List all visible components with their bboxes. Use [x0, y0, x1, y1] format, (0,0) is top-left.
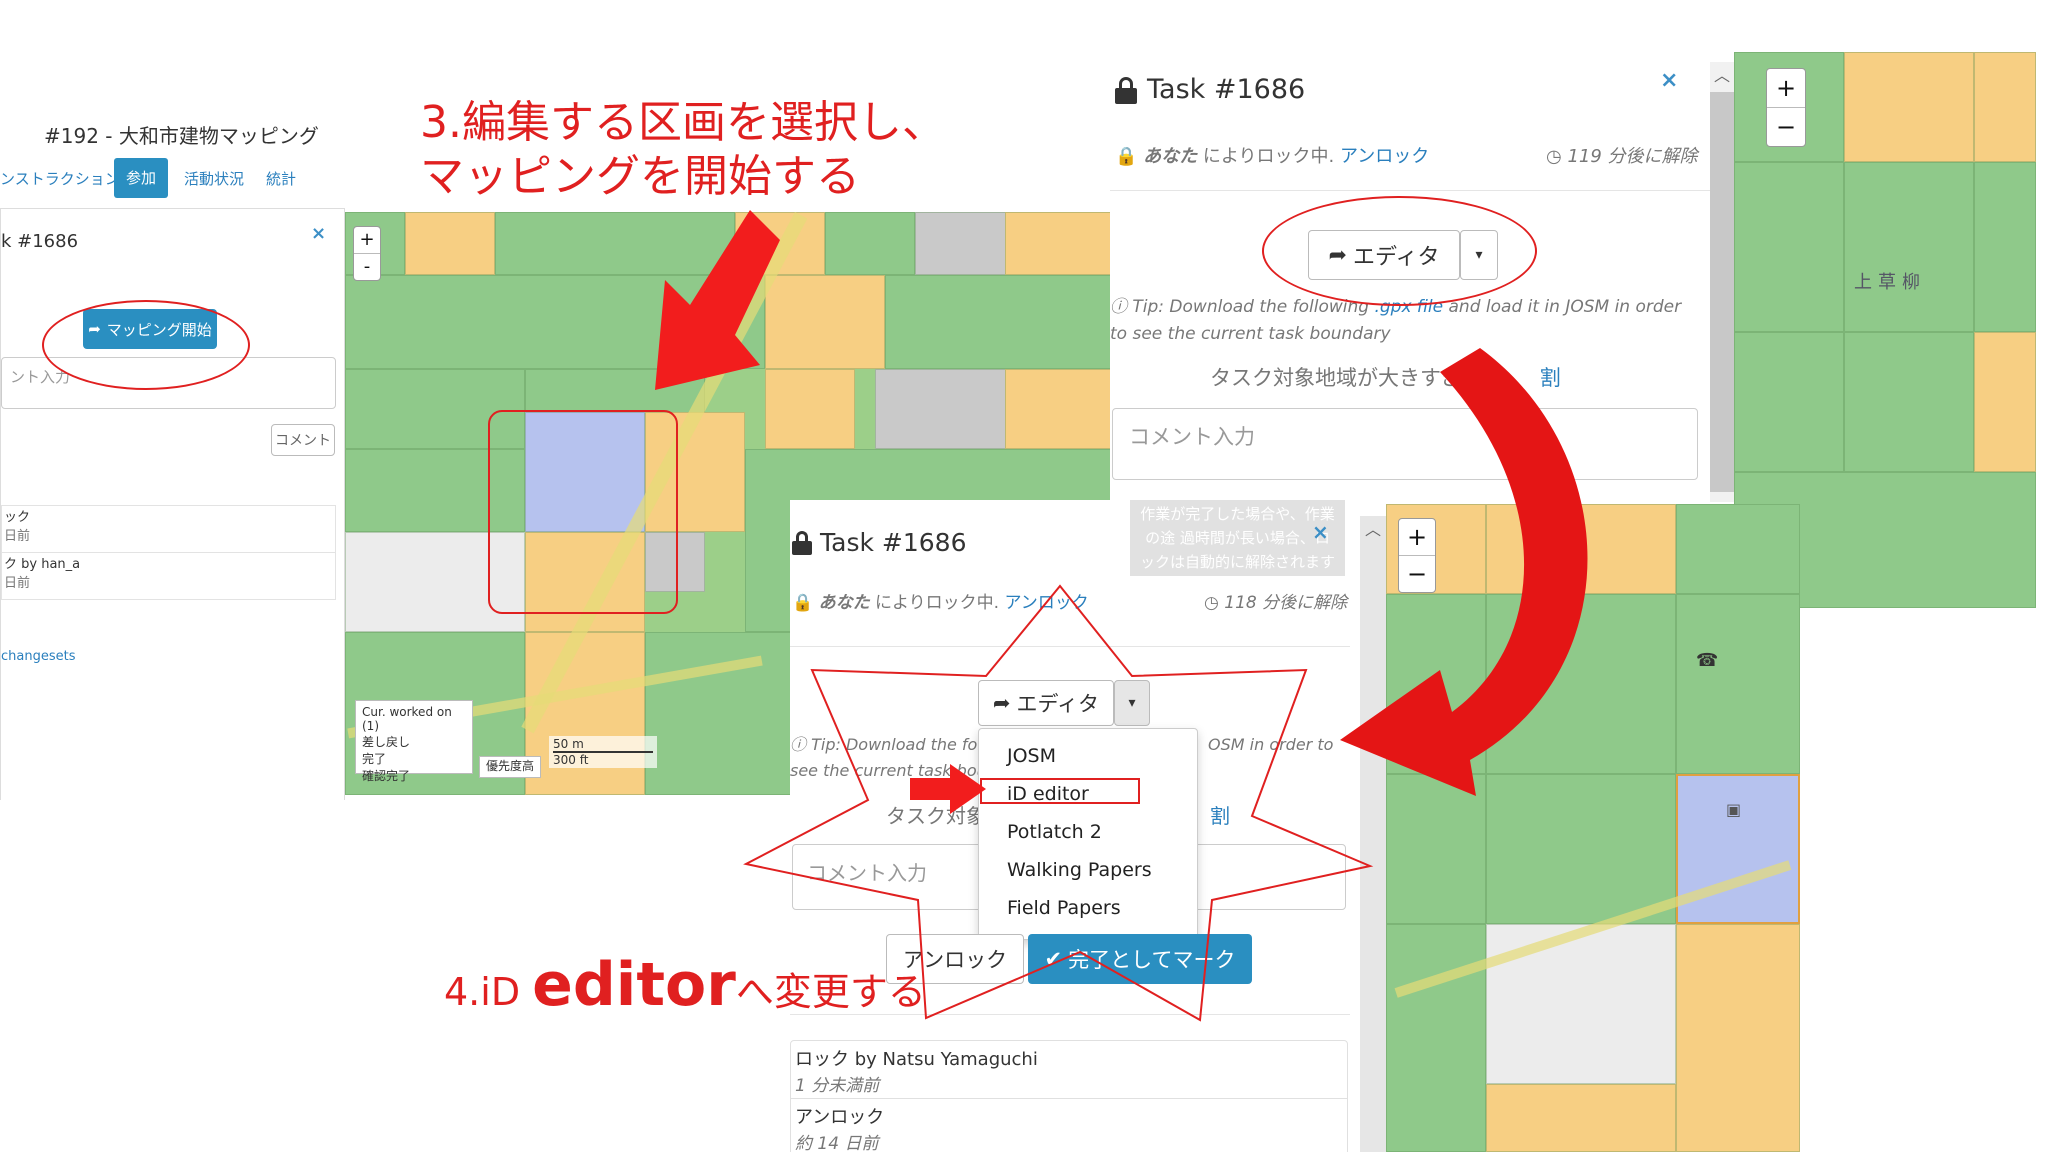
zoom-out-button[interactable]: -	[354, 253, 380, 280]
close-icon[interactable]: ×	[311, 223, 326, 244]
start-mapping-highlight	[42, 300, 250, 390]
curved-arrow	[1340, 348, 1588, 796]
arrow-to-id-editor	[910, 764, 986, 814]
project-tabs: ンストラクション 参加 活動状況 統計	[0, 158, 345, 198]
list-item: アンロック 約 14 日前	[795, 1107, 885, 1152]
zoom-in-button[interactable]: +	[1767, 69, 1805, 107]
clock-icon: ◷	[1546, 146, 1562, 167]
tab-participate[interactable]: 参加	[114, 158, 168, 198]
history-list: ック 日前 ク by han_a 日前	[1, 505, 336, 600]
lock-icon: 🔒	[1115, 146, 1138, 167]
selected-task-cell[interactable]	[1676, 774, 1800, 924]
map-legend: Cur. worked on (1) 差し戻し 完了 確認完了	[355, 700, 473, 783]
place-label: 上草柳	[1854, 272, 1926, 293]
comment-button[interactable]: コメント	[271, 424, 335, 456]
step4-annotation: 4.iD editorへ変更する	[444, 950, 926, 1020]
info-icon: ⓘ	[1110, 297, 1127, 317]
unlock-link[interactable]: アンロック	[1340, 146, 1429, 167]
phone-icon: ☎	[1696, 650, 1719, 671]
tab-stats[interactable]: 統計	[266, 168, 296, 189]
lock-status: 🔒 あなた によりロック中. アンロック	[1115, 146, 1430, 167]
arrow-to-cell	[655, 210, 780, 390]
bus-stop-icon: ▣	[1726, 800, 1742, 819]
left-task-panel: #192 - 大和市建物マッピング ンストラクション 参加 活動状況 統計 k …	[0, 40, 345, 800]
close-icon[interactable]: ×	[1660, 68, 1678, 93]
priority-legend: 優先度高	[479, 756, 541, 778]
tab-activity[interactable]: 活動状況	[184, 168, 244, 189]
tab-instructions[interactable]: ンストラクション	[0, 168, 120, 189]
task-title: k #1686	[1, 231, 79, 252]
changesets-link[interactable]: changesets	[1, 649, 75, 664]
selection-highlight	[488, 410, 678, 614]
lock-icon	[1115, 76, 1137, 104]
zoom-control: + -	[353, 226, 381, 281]
time-left: ◷ 119 分後に解除	[1546, 146, 1698, 167]
list-item: ック 日前	[1, 505, 336, 553]
task-title: Task #1686	[792, 528, 966, 557]
list-item: ク by han_a 日前	[1, 553, 336, 600]
scrollbar[interactable]: ︿	[1710, 62, 1734, 502]
task-title: Task #1686	[1115, 74, 1305, 105]
editor-button-highlight	[1262, 196, 1537, 306]
zoom-out-button[interactable]: −	[1767, 107, 1805, 146]
list-item: ロック by Natsu Yamaguchi 1 分未満前	[791, 1041, 1347, 1099]
scale-bar: 50 m 300 ft	[549, 736, 657, 768]
lock-icon	[792, 530, 812, 555]
zoom-control: + −	[1766, 68, 1806, 147]
project-title: #192 - 大和市建物マッピング	[44, 124, 319, 148]
history-list: ロック by Natsu Yamaguchi 1 分未満前 アンロック 約 14…	[790, 1040, 1348, 1152]
task-card: k #1686 × ➦ マッピング開始 ント入力 コメント ック 日前 ク by…	[0, 208, 345, 800]
step3-annotation: 3.編集する区画を選択し、 マッピングを開始する	[420, 97, 946, 202]
zoom-in-button[interactable]: +	[354, 227, 380, 253]
